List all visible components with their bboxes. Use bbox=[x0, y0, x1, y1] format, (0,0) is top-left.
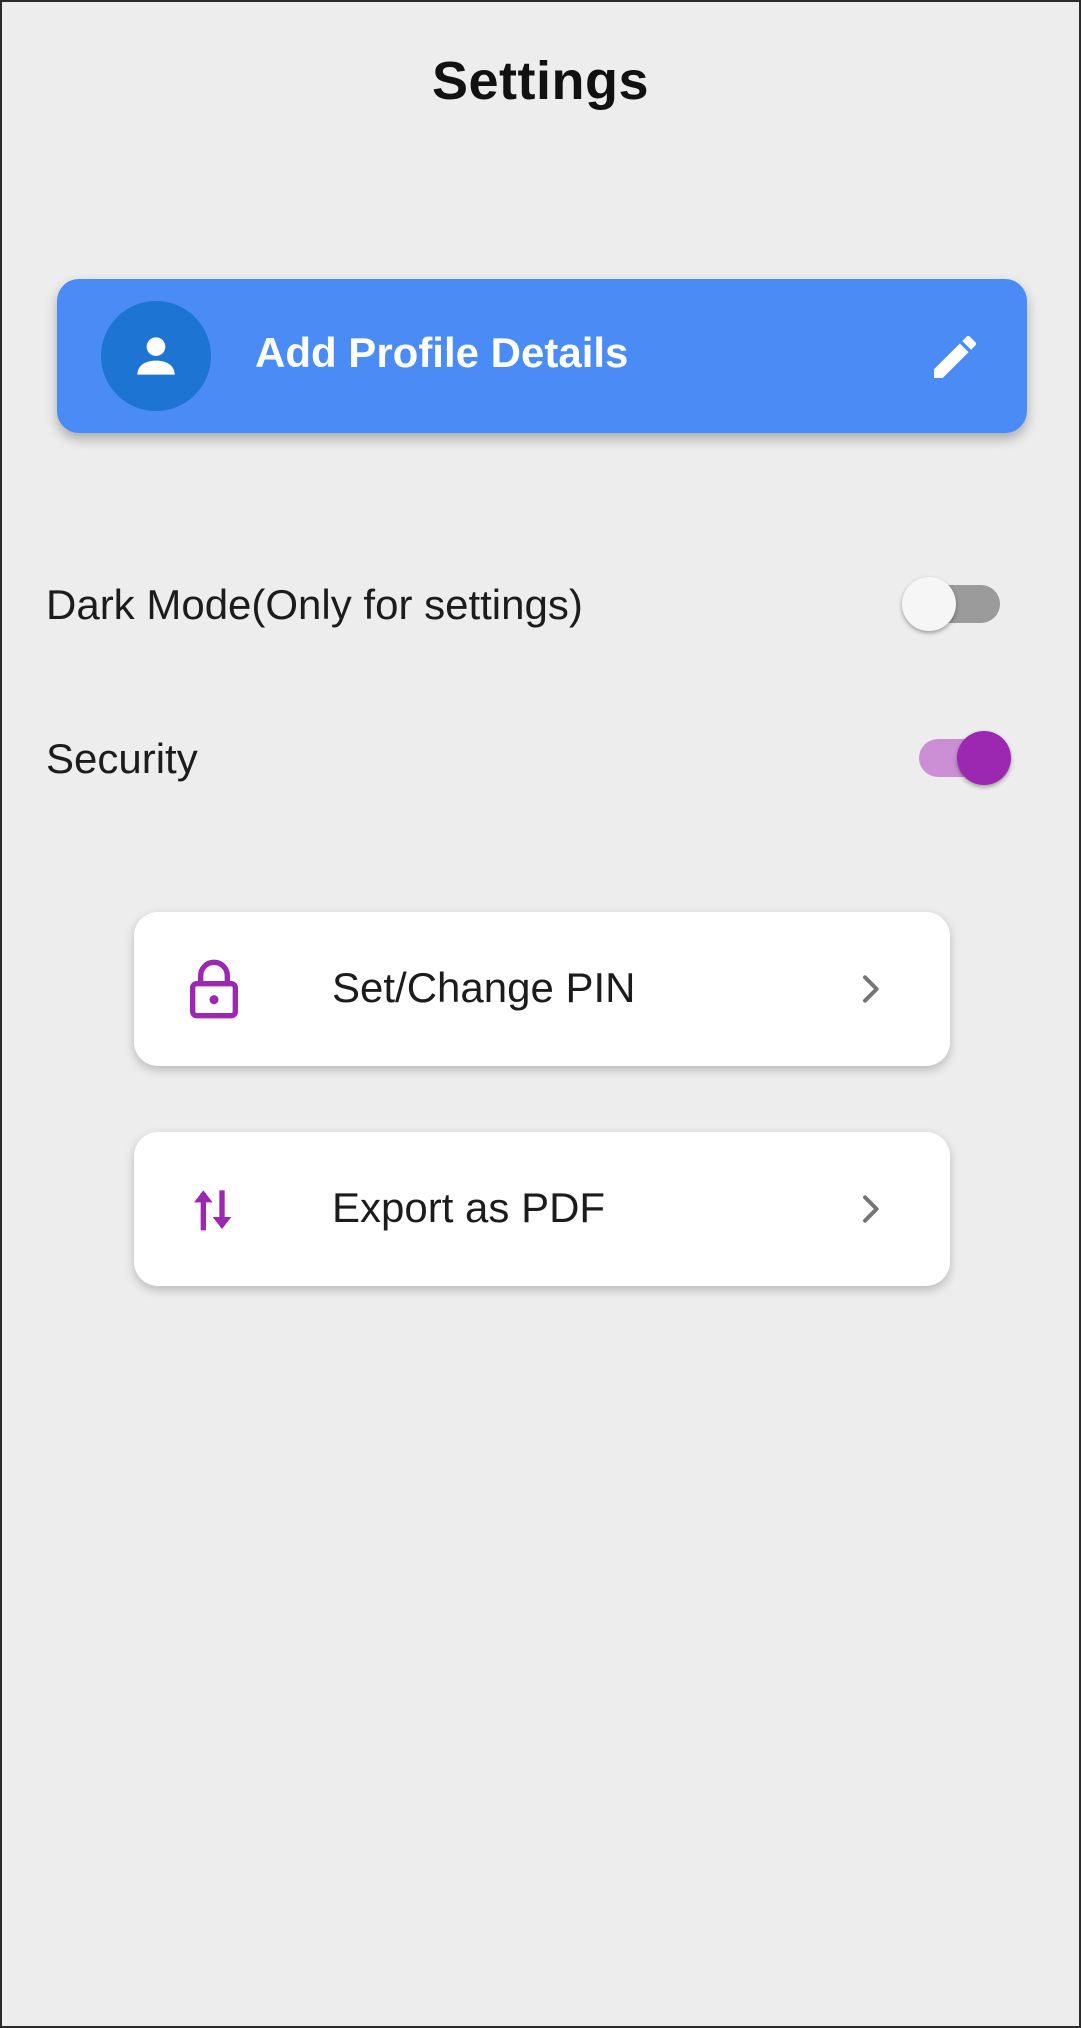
set-change-pin-button[interactable]: Set/Change PIN bbox=[134, 912, 950, 1066]
set-change-pin-label: Set/Change PIN bbox=[332, 964, 636, 1011]
add-profile-card[interactable]: Add Profile Details bbox=[57, 279, 1027, 433]
page-title: Settings bbox=[431, 51, 650, 111]
pencil-icon[interactable] bbox=[927, 329, 983, 385]
dark-mode-label: Dark Mode(Only for settings) bbox=[46, 581, 583, 628]
chevron-right-icon bbox=[863, 975, 879, 1003]
security-toggle-thumb bbox=[957, 731, 1011, 785]
chevron-right-icon bbox=[863, 1195, 879, 1223]
person-icon bbox=[137, 337, 175, 375]
dark-mode-toggle[interactable] bbox=[902, 573, 1022, 633]
dark-mode-row: Dark Mode(Only for settings) bbox=[46, 563, 1016, 643]
export-pdf-label: Export as PDF bbox=[332, 1184, 606, 1231]
security-toggle[interactable] bbox=[911, 727, 1031, 787]
add-profile-label: Add Profile Details bbox=[255, 329, 629, 376]
lock-icon bbox=[190, 959, 238, 1019]
swap-vertical-icon bbox=[194, 1190, 232, 1231]
security-row: Security bbox=[46, 717, 1016, 797]
security-label: Security bbox=[46, 735, 198, 782]
avatar bbox=[101, 301, 211, 411]
export-pdf-button[interactable]: Export as PDF bbox=[134, 1132, 950, 1286]
dark-mode-toggle-thumb bbox=[902, 577, 956, 631]
